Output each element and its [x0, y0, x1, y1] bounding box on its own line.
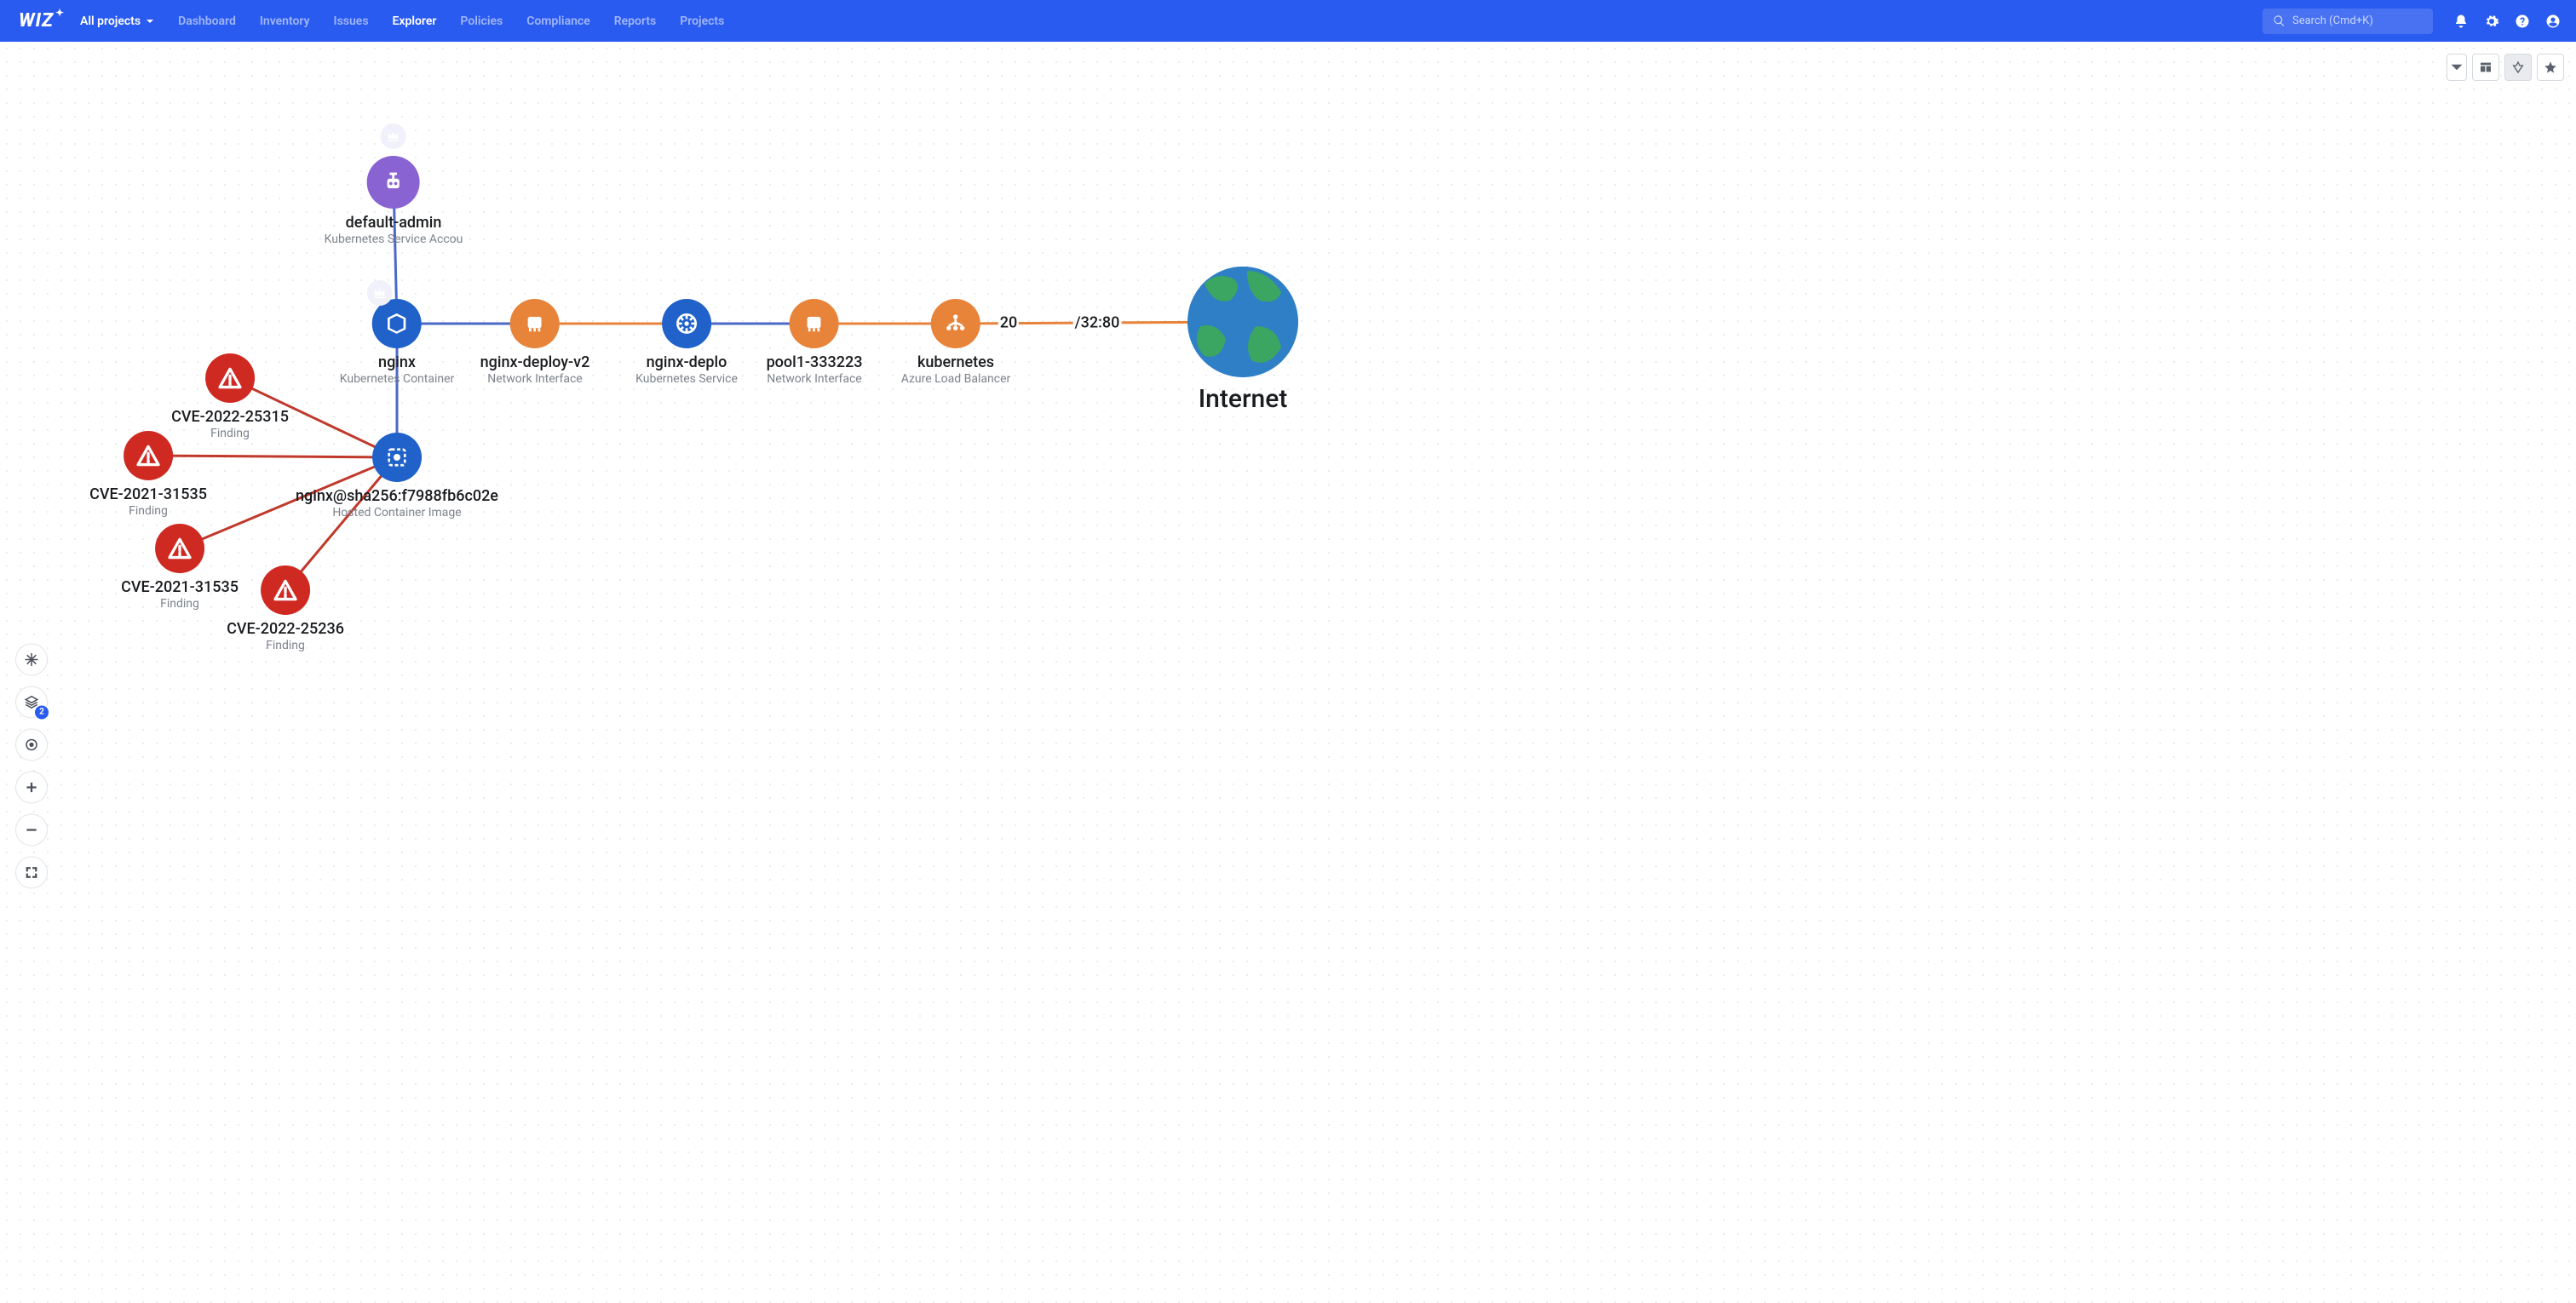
warn-icon [272, 577, 299, 604]
crown-icon [381, 123, 406, 149]
helm-icon [673, 310, 700, 337]
bell-icon[interactable] [2453, 14, 2469, 29]
node-title: nginx [378, 353, 416, 371]
node-title: CVE-2022-25236 [227, 620, 344, 638]
lb-icon [942, 310, 969, 337]
node-subtitle: Network Interface [487, 372, 582, 386]
node-subtitle: Azure Load Balancer [901, 372, 1010, 386]
nav-tab-issues[interactable]: Issues [334, 14, 369, 28]
node-subtitle: Finding [129, 504, 168, 518]
node-title: nginx-deploy-v2 [480, 353, 590, 371]
node-subtitle: Finding [266, 639, 305, 652]
project-selector-label: All projects [80, 14, 141, 28]
brand-logo: WIZ✦ [19, 10, 65, 32]
nav-tab-projects[interactable]: Projects [680, 14, 724, 28]
graph-node-nginx-deploy-v2[interactable]: nginx-deploy-v2 Network Interface [480, 299, 590, 386]
chevron-down-icon [146, 17, 154, 26]
graph-canvas[interactable]: 2 default-admin Kubernetes Service Accou… [0, 42, 2576, 1303]
node-title: CVE-2022-25315 [171, 408, 289, 426]
nav-tab-explorer[interactable]: Explorer [393, 14, 437, 28]
node-subtitle: Finding [210, 427, 250, 440]
cube-icon [383, 310, 411, 337]
node-title: pool1-333223 [767, 353, 863, 371]
warn-icon [135, 442, 162, 469]
edge-label: /32:80 [1073, 314, 1122, 332]
graph-node-default-admin[interactable]: default-admin Kubernetes Service Accou [325, 156, 463, 246]
nic-icon [521, 310, 549, 337]
node-title: CVE-2021-31535 [121, 578, 239, 596]
top-nav: WIZ✦ All projects Dashboard Inventory Is… [0, 0, 2576, 42]
nav-tab-policies[interactable]: Policies [460, 14, 503, 28]
node-title: Internet [1199, 384, 1288, 414]
search-icon [2273, 14, 2286, 27]
nav-icon-row [2453, 14, 2561, 29]
graph-node-cve2[interactable]: CVE-2021-31535 Finding [89, 431, 207, 518]
user-icon[interactable] [2545, 14, 2561, 29]
node-subtitle: Kubernetes Service Accou [325, 232, 463, 246]
node-title: kubernetes [917, 353, 994, 371]
project-selector[interactable]: All projects [80, 14, 154, 28]
node-title: CVE-2021-31535 [89, 485, 207, 503]
nav-tab-compliance[interactable]: Compliance [526, 14, 590, 28]
node-subtitle: Finding [160, 597, 199, 611]
graph-node-image[interactable]: nginx@sha256:f7988fb6c02e Hosted Contain… [296, 433, 498, 519]
search-placeholder: Search (Cmd+K) [2292, 14, 2373, 27]
graph-node-kubernetes[interactable]: kubernetes Azure Load Balancer [901, 299, 1010, 386]
graph-node-nginx[interactable]: nginx Kubernetes Container [340, 299, 455, 386]
nic-icon [801, 310, 828, 337]
node-title: default-admin [346, 214, 442, 232]
node-subtitle: Hosted Container Image [332, 506, 461, 519]
sparkle-icon: ✦ [55, 7, 65, 19]
graph-node-pool1[interactable]: pool1-333223 Network Interface [767, 299, 863, 386]
node-subtitle: Network Interface [767, 372, 861, 386]
graph-node-cve3[interactable]: CVE-2021-31535 Finding [121, 524, 239, 611]
help-icon[interactable] [2515, 14, 2530, 29]
node-title: nginx@sha256:f7988fb6c02e [296, 487, 498, 505]
graph-node-cve1[interactable]: CVE-2022-25315 Finding [171, 353, 289, 440]
graph-node-cve4[interactable]: CVE-2022-25236 Finding [227, 565, 344, 652]
warn-icon [216, 364, 244, 392]
warn-icon [166, 535, 193, 562]
crown-icon [367, 280, 393, 306]
node-subtitle: Kubernetes Container [340, 372, 455, 386]
graph-node-nginx-deplo[interactable]: nginx-deplo Kubernetes Service [635, 299, 738, 386]
gear-icon[interactable] [2484, 14, 2499, 29]
globe-icon [1187, 267, 1298, 377]
nav-tabs: Dashboard Inventory Issues Explorer Poli… [178, 14, 2254, 28]
search-input[interactable]: Search (Cmd+K) [2263, 9, 2433, 34]
nav-tab-inventory[interactable]: Inventory [260, 14, 310, 28]
node-subtitle: Kubernetes Service [635, 372, 738, 386]
node-title: nginx-deplo [647, 353, 727, 371]
image-icon [383, 444, 411, 471]
robot-icon [379, 168, 408, 197]
graph-node-internet[interactable]: Internet [1187, 267, 1298, 414]
nav-tab-dashboard[interactable]: Dashboard [178, 14, 236, 28]
nav-tab-reports[interactable]: Reports [614, 14, 657, 28]
